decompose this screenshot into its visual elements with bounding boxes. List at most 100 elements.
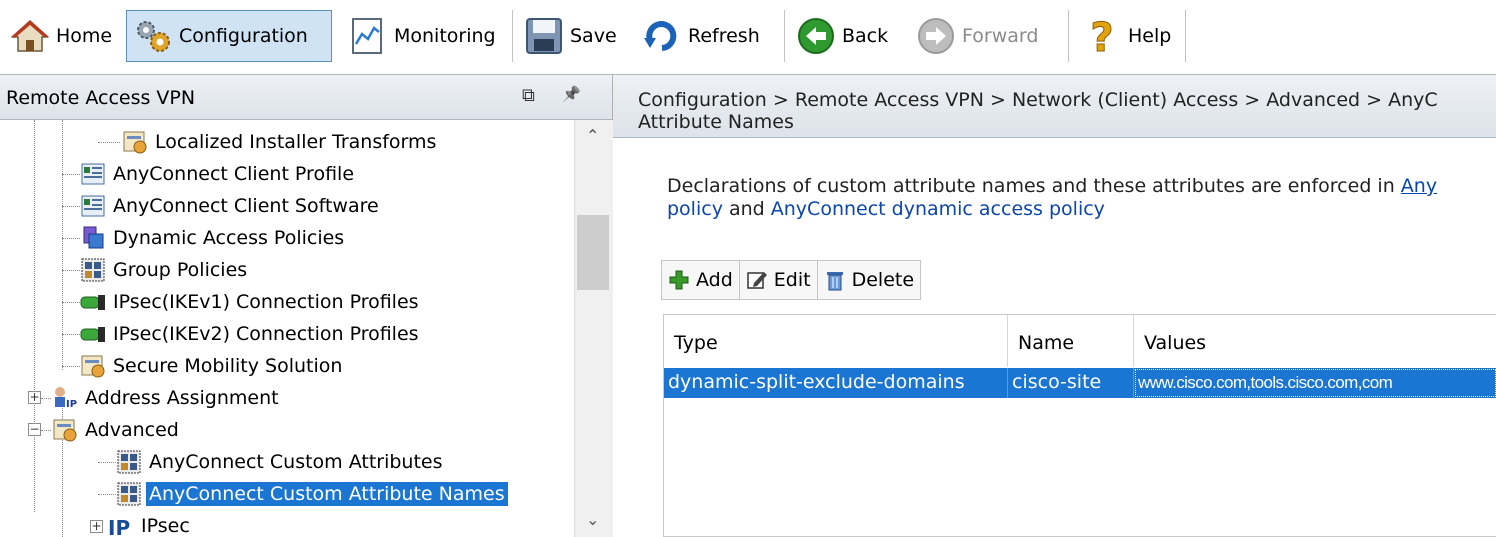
edit-label: Edit <box>773 269 811 291</box>
help-button[interactable]: ? Help <box>1076 10 1177 62</box>
tree-item-ikev1-connection-profiles[interactable]: IPsec(IKEv1) Connection Profiles <box>80 286 422 318</box>
tree-item-ipsec[interactable]: IP IPsec <box>108 510 193 537</box>
monitoring-button[interactable]: Monitoring <box>342 10 502 62</box>
tree-scrollbar[interactable]: ⌃ ⌄ <box>574 120 613 537</box>
tree-item-anyconnect-client-profile[interactable]: AnyConnect Client Profile <box>80 158 357 190</box>
tree-item-label: Advanced <box>85 419 179 441</box>
svg-text:IP: IP <box>66 399 77 410</box>
forward-arrow-icon <box>918 18 954 54</box>
save-label: Save <box>570 25 617 47</box>
ipsec-icon: IP <box>108 516 130 537</box>
column-header-values[interactable]: Values <box>1134 315 1496 367</box>
content-panel: Configuration > Remote Access VPN > Netw… <box>613 75 1496 537</box>
attribute-names-table: Type Name Values dynamic-split-exclude-d… <box>663 314 1496 537</box>
main-toolbar: Home Configuration Monitoring Save Refre <box>0 0 1496 75</box>
save-button[interactable]: Save <box>518 10 623 62</box>
back-button[interactable]: Back <box>790 10 894 62</box>
help-label: Help <box>1128 25 1172 47</box>
anyconnect-group-policy-link[interactable]: Any <box>1401 175 1437 197</box>
toolbar-separator <box>1185 10 1186 62</box>
expand-icon[interactable]: + <box>90 520 103 533</box>
back-label: Back <box>842 25 889 47</box>
tree-connector <box>62 174 80 175</box>
pin-icon[interactable]: 📌 <box>562 85 581 103</box>
tree-connector <box>62 238 80 239</box>
configuration-label: Configuration <box>179 25 308 47</box>
connection-icon <box>80 327 105 342</box>
table-actions: Add Edit Delete <box>661 260 922 300</box>
add-label: Add <box>696 269 733 291</box>
tree-item-address-assignment[interactable]: IP Address Assignment <box>52 382 282 414</box>
scroll-down-icon[interactable]: ⌄ <box>586 510 599 529</box>
tree-connector <box>98 462 116 463</box>
gears-icon <box>137 21 170 52</box>
policy-icon <box>83 226 104 249</box>
dynamic-access-policy-link[interactable]: AnyConnect dynamic access policy <box>771 198 1105 220</box>
policy-link[interactable]: policy <box>667 198 723 220</box>
refresh-label: Refresh <box>688 25 760 47</box>
collapse-icon[interactable]: − <box>28 423 41 436</box>
panel-title: Remote Access VPN <box>6 87 196 109</box>
tree-item-anyconnect-client-software[interactable]: AnyConnect Client Software <box>80 190 382 222</box>
back-arrow-icon <box>798 18 834 54</box>
svg-text:IP: IP <box>108 516 130 537</box>
refresh-icon <box>644 21 677 51</box>
column-header-name[interactable]: Name <box>1008 315 1134 367</box>
tree-item-label: IPsec <box>141 515 190 537</box>
tree-item-localized-installer-transforms[interactable]: Localized Installer Transforms <box>122 126 439 158</box>
monitoring-label: Monitoring <box>394 25 496 47</box>
tree-item-anyconnect-custom-attribute-names[interactable]: AnyConnect Custom Attribute Names <box>116 478 509 510</box>
profile-icon <box>81 163 105 185</box>
cell-name: cisco-site <box>1008 368 1134 398</box>
transforms-icon <box>123 131 147 154</box>
tree-guide-line <box>62 120 63 370</box>
scrollbar-thumb[interactable] <box>577 215 609 290</box>
software-icon <box>81 195 105 217</box>
description-text: Declarations of custom attribute names a… <box>667 175 1401 197</box>
expand-icon[interactable]: + <box>28 391 41 404</box>
tree-item-group-policies[interactable]: Group Policies <box>80 254 250 286</box>
tree-item-advanced[interactable]: Advanced <box>52 414 182 446</box>
tree-item-label: AnyConnect Client Profile <box>113 163 355 185</box>
home-label: Home <box>56 25 113 47</box>
scroll-up-icon[interactable]: ⌃ <box>586 126 599 145</box>
tree-item-anyconnect-custom-attributes[interactable]: AnyConnect Custom Attributes <box>116 446 446 478</box>
table-header: Type Name Values <box>664 315 1496 367</box>
delete-button[interactable]: Delete <box>818 261 920 299</box>
attributes-icon <box>117 482 141 506</box>
tree-item-dynamic-access-policies[interactable]: Dynamic Access Policies <box>80 222 347 254</box>
advanced-icon <box>53 419 77 442</box>
edit-button[interactable]: Edit <box>740 261 818 299</box>
question-mark-icon: ? <box>1090 16 1114 56</box>
tree-connector <box>41 398 51 399</box>
tree-connector <box>62 206 80 207</box>
tree-item-ikev2-connection-profiles[interactable]: IPsec(IKEv2) Connection Profiles <box>80 318 422 350</box>
tree-item-label: Group Policies <box>113 259 248 281</box>
add-button[interactable]: Add <box>662 261 740 299</box>
save-icon <box>526 18 562 54</box>
breadcrumb-path: Configuration > Remote Access VPN > Netw… <box>638 89 1438 111</box>
breadcrumb-bar: Configuration > Remote Access VPN > Netw… <box>613 75 1496 138</box>
forward-button[interactable]: Forward <box>910 10 1044 62</box>
tree-connector <box>62 302 80 303</box>
restore-panel-icon[interactable]: ⧉ <box>522 85 535 106</box>
mobility-icon <box>81 355 105 378</box>
tree-item-secure-mobility-solution[interactable]: Secure Mobility Solution <box>80 350 345 382</box>
tree-item-label: Dynamic Access Policies <box>113 227 345 249</box>
home-button[interactable]: Home <box>4 10 118 62</box>
cell-values: www.cisco.com,tools.cisco.com,com <box>1134 368 1496 398</box>
navigation-tree: Localized Installer Transforms AnyConnec… <box>0 120 574 537</box>
table-row[interactable]: dynamic-split-exclude-domains cisco-site… <box>664 368 1496 398</box>
tree-item-label: Secure Mobility Solution <box>113 355 343 377</box>
tree-connector <box>98 142 120 143</box>
cell-type: dynamic-split-exclude-domains <box>664 368 1008 398</box>
tree-item-label: AnyConnect Client Software <box>113 195 379 217</box>
toolbar-separator <box>1068 10 1069 62</box>
configuration-button[interactable]: Configuration <box>126 10 332 62</box>
column-header-type[interactable]: Type <box>664 315 1008 367</box>
delete-label: Delete <box>851 269 915 291</box>
navigation-panel: Remote Access VPN ⧉ 📌 Localized Installe… <box>0 75 613 537</box>
refresh-button[interactable]: Refresh <box>636 10 766 62</box>
tree-connector <box>62 366 80 367</box>
edit-icon <box>747 272 767 289</box>
